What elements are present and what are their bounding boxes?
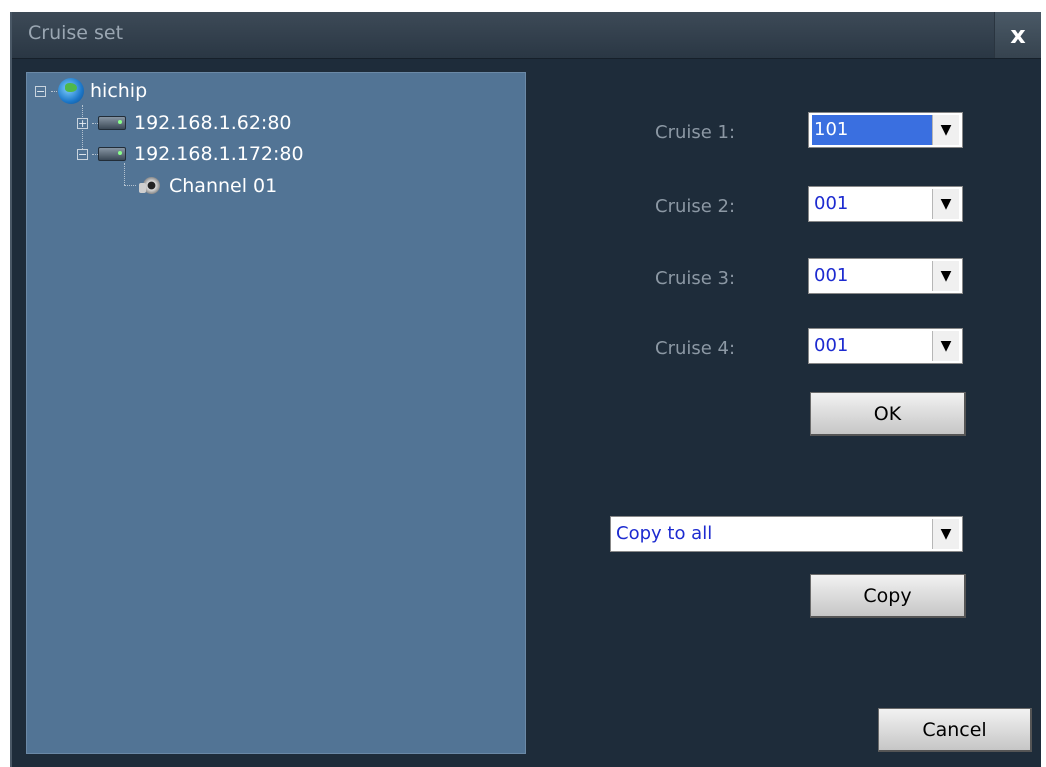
cruise-2-value: 001 xyxy=(814,193,849,214)
cancel-button[interactable]: Cancel xyxy=(878,708,1032,752)
expand-icon[interactable]: + xyxy=(77,117,88,129)
title-bar: Cruise set x xyxy=(12,12,1041,59)
tree-node-label: 192.168.1.172:80 xyxy=(134,143,304,165)
tree-node-label: hichip xyxy=(90,80,148,102)
cruise-1-label: Cruise 1: xyxy=(655,122,736,143)
dvr-device-icon xyxy=(98,116,126,130)
dropdown-arrow-icon[interactable]: ▼ xyxy=(932,331,959,361)
cruise-4-label: Cruise 4: xyxy=(655,338,736,359)
dropdown-arrow-icon[interactable]: ▼ xyxy=(932,519,959,549)
copy-target-select[interactable]: Copy to all ▼ xyxy=(610,516,963,552)
tree-line xyxy=(124,185,136,186)
globe-icon xyxy=(58,78,84,104)
collapse-icon[interactable]: − xyxy=(77,148,88,160)
device-tree[interactable]: − hichip + 192.168.1.62:80 − 192.168.1.1… xyxy=(26,72,526,754)
tree-node-root[interactable]: − hichip xyxy=(35,77,147,105)
cruise-4-value: 001 xyxy=(814,335,849,356)
tree-node-device-1[interactable]: + 192.168.1.62:80 xyxy=(77,109,292,137)
tree-node-channel[interactable]: Channel 01 xyxy=(139,172,277,200)
cruise-set-dialog: Cruise set x − hichip + 192.168.1.62:80 … xyxy=(10,12,1041,767)
ok-button[interactable]: OK xyxy=(810,392,966,436)
cruise-3-select[interactable]: 001 ▼ xyxy=(808,258,963,294)
dialog-title: Cruise set xyxy=(28,22,124,44)
dropdown-arrow-icon[interactable]: ▼ xyxy=(932,189,959,219)
close-button[interactable]: x xyxy=(994,12,1041,58)
dvr-device-icon xyxy=(98,147,126,161)
copy-target-value: Copy to all xyxy=(616,523,713,544)
dropdown-arrow-icon[interactable]: ▼ xyxy=(932,115,959,145)
close-icon: x xyxy=(1010,21,1026,49)
cruise-4-select[interactable]: 001 ▼ xyxy=(808,328,963,364)
camera-icon xyxy=(139,175,163,197)
cruise-1-value: 101 xyxy=(812,115,932,145)
cruise-3-label: Cruise 3: xyxy=(655,268,736,289)
cruise-3-value: 001 xyxy=(814,265,849,286)
collapse-icon[interactable]: − xyxy=(35,85,46,97)
cruise-1-select[interactable]: 101 ▼ xyxy=(808,112,963,148)
tree-node-label: 192.168.1.62:80 xyxy=(134,112,292,134)
cruise-2-select[interactable]: 001 ▼ xyxy=(808,186,963,222)
tree-node-device-2[interactable]: − 192.168.1.172:80 xyxy=(77,140,304,168)
tree-node-label: Channel 01 xyxy=(169,175,278,197)
cruise-2-label: Cruise 2: xyxy=(655,196,736,217)
dropdown-arrow-icon[interactable]: ▼ xyxy=(932,261,959,291)
copy-button[interactable]: Copy xyxy=(810,574,966,618)
